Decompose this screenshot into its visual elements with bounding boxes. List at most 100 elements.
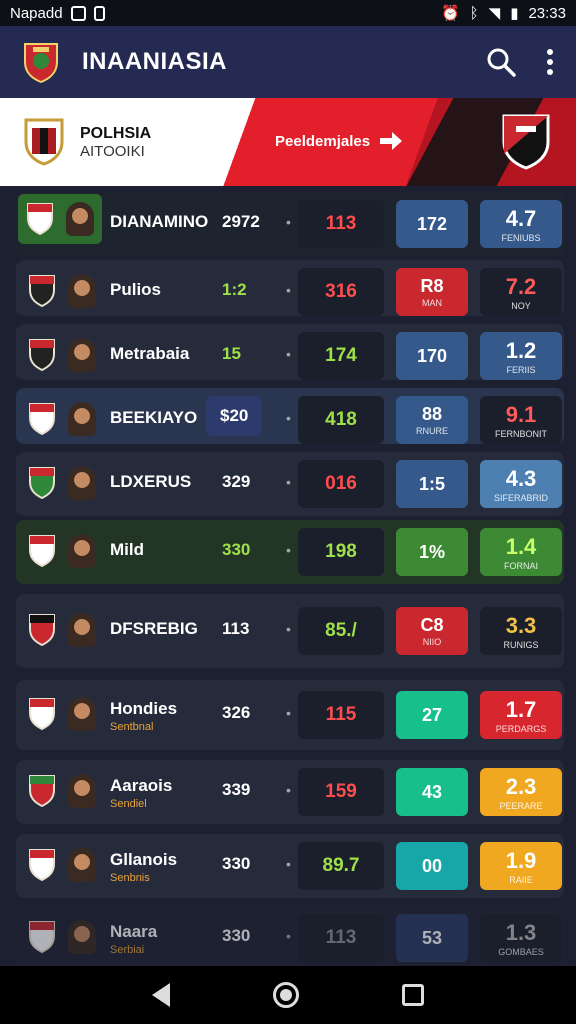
team-logos [28,774,96,808]
odds-box-secondary[interactable]: 4.7 FENIUBS [480,200,562,248]
odds-box-secondary[interactable]: 1.2 FERIIS [480,332,562,380]
odds-primary-sub: MAN [422,298,442,308]
odds-secondary-sub: NOY [511,300,531,311]
odds-secondary-value: 4.3 [505,465,537,491]
odds-box-primary[interactable]: 53 [396,914,468,962]
score-value: 113 [222,619,250,638]
odds-primary-value: C8 [420,615,444,635]
match-row[interactable]: Aaraois Sendiel 339 • 159 43 2.3 PEERARE [16,760,564,824]
score-value: 1:2 [222,280,247,299]
banner-team-crest-icon [24,118,64,166]
recents-icon[interactable] [402,984,425,1006]
team-crest-icon [29,339,55,372]
odds-box-primary[interactable]: R8 MAN [396,268,468,316]
match-row[interactable]: Gllanois Senbnis 330 • 89.7 00 1.9 RAIIE [16,834,564,898]
odds-secondary-sub: GOMBAES [498,946,544,957]
odds-box-primary[interactable]: 1% [396,528,468,576]
team-logos [28,534,96,568]
home-icon[interactable] [272,982,299,1008]
match-row[interactable]: BEEKIAYO $20 • 418 88 RNURE 9.1 FERNBONIT [16,388,564,444]
match-row[interactable]: LDXERUS 329 • 016 1:5 4.3 SIFERABRID [16,452,564,516]
arrow-right-icon [380,132,403,150]
status-time: 23:33 [528,4,566,22]
mid-stat: 89.7 [298,842,384,890]
odds-box-primary[interactable]: 1:5 [396,460,468,508]
player-avatar [68,338,96,372]
status-left-text: Napadd [10,4,63,22]
player-sub: Serbiai [110,944,145,956]
team-crest-icon [29,403,55,436]
odds-box-secondary[interactable]: 9.1 FERNBONIT [480,396,562,444]
player-name: Mild [110,540,144,559]
odds-box-secondary[interactable]: 1.4 FORNAI [480,528,562,576]
match-row[interactable]: Mild 330 • 198 1% 1.4 FORNAI [16,520,564,584]
team-logos [28,920,96,954]
odds-box-secondary[interactable]: 1.3 GOMBAES [480,914,562,962]
odds-secondary-value: 1.4 [505,533,537,559]
player-avatar [68,774,96,808]
banner-team-sub: AITOOIKI [80,142,145,160]
team-crest-icon [29,698,55,731]
match-row[interactable]: DIANAMINO 2972 • 113 172 4.7 FENIUBS [16,192,564,256]
score-value: 330 [222,854,251,873]
match-row[interactable]: Hondies Sentbnal 326 • 115 27 1.7 PERDARGS [16,680,564,750]
odds-box-primary[interactable]: 00 [396,842,468,890]
banner-team-name: POLHSIA [80,124,152,142]
team-logos [28,274,96,308]
odds-primary-value: 00 [421,855,443,876]
odds-secondary-value: 1.2 [505,337,537,363]
search-icon[interactable] [486,47,516,77]
team-crest-icon [29,535,55,568]
odds-primary-value: 1:5 [418,473,445,494]
odds-box-secondary[interactable]: 2.3 PEERARE [480,768,562,816]
mid-stat: 016 [298,460,384,508]
system-nav-bar [0,966,576,1024]
separator-dot: • [286,782,291,798]
odds-box-primary[interactable]: 170 [396,332,468,380]
odds-box-secondary[interactable]: 3.3 RUNIGS [480,607,562,655]
team-crest-icon [29,275,55,308]
team-crest-icon [29,775,55,808]
team-logos [28,697,96,731]
match-row[interactable]: Pulios 1:2 • 316 R8 MAN 7.2 NOY [16,260,564,316]
player-name: DFSREBIG [110,619,198,638]
odds-primary-value: 43 [421,781,443,802]
separator-dot: • [286,214,291,230]
player-avatar [68,534,96,568]
odds-primary-sub: NIIO [422,637,442,647]
odds-box-secondary[interactable]: 1.7 PERDARGS [480,691,562,739]
match-row[interactable]: Naara Serbiai 330 • 113 53 1.3 GOMBAES [16,906,564,966]
back-icon[interactable] [151,983,170,1007]
odds-box-secondary[interactable]: 4.3 SIFERABRID [480,460,562,508]
match-row[interactable]: Metrabaia 15 • 174 170 1.2 FERIIS [16,324,564,380]
odds-secondary-value: 7.2 [505,273,537,299]
score-value: 330 [222,540,251,559]
mid-stat: 115 [298,691,384,739]
odds-box-secondary[interactable]: 7.2 NOY [480,268,562,316]
featured-banner[interactable]: POLHSIA AITOOIKI Peeldemjales [0,98,576,186]
more-vert-icon[interactable] [546,49,554,75]
odds-box-primary[interactable]: 88 RNURE [396,396,468,444]
odds-box-primary[interactable]: 43 [396,768,468,816]
odds-primary-sub: RNURE [415,426,448,436]
odds-box-primary[interactable]: C8 NIIO [396,607,468,655]
score-value: 2972 [222,212,260,231]
mid-stat: 113 [298,200,384,248]
odds-secondary-sub: RAIIE [509,874,533,885]
separator-dot: • [286,705,291,721]
match-row[interactable]: DFSREBIG 113 • 85./ C8 NIIO 3.3 RUNIGS [16,594,564,668]
score-value: 329 [222,472,251,491]
mid-stat: 113 [298,914,384,962]
predictions-link[interactable]: Peeldemjales [275,130,404,152]
player-name: Metrabaia [110,344,190,363]
score-value: $20 [206,396,263,436]
odds-secondary-value: 1.7 [505,696,537,722]
odds-box-secondary[interactable]: 1.9 RAIIE [480,842,562,890]
odds-box-primary[interactable]: 172 [396,200,468,248]
odds-box-primary[interactable]: 27 [396,691,468,739]
notification-icon [70,5,86,21]
odds-secondary-sub: PEERARE [499,800,543,811]
predictions-label: Peeldemjales [275,132,371,150]
player-name: Hondies [110,699,178,718]
score-value: 339 [222,780,251,799]
